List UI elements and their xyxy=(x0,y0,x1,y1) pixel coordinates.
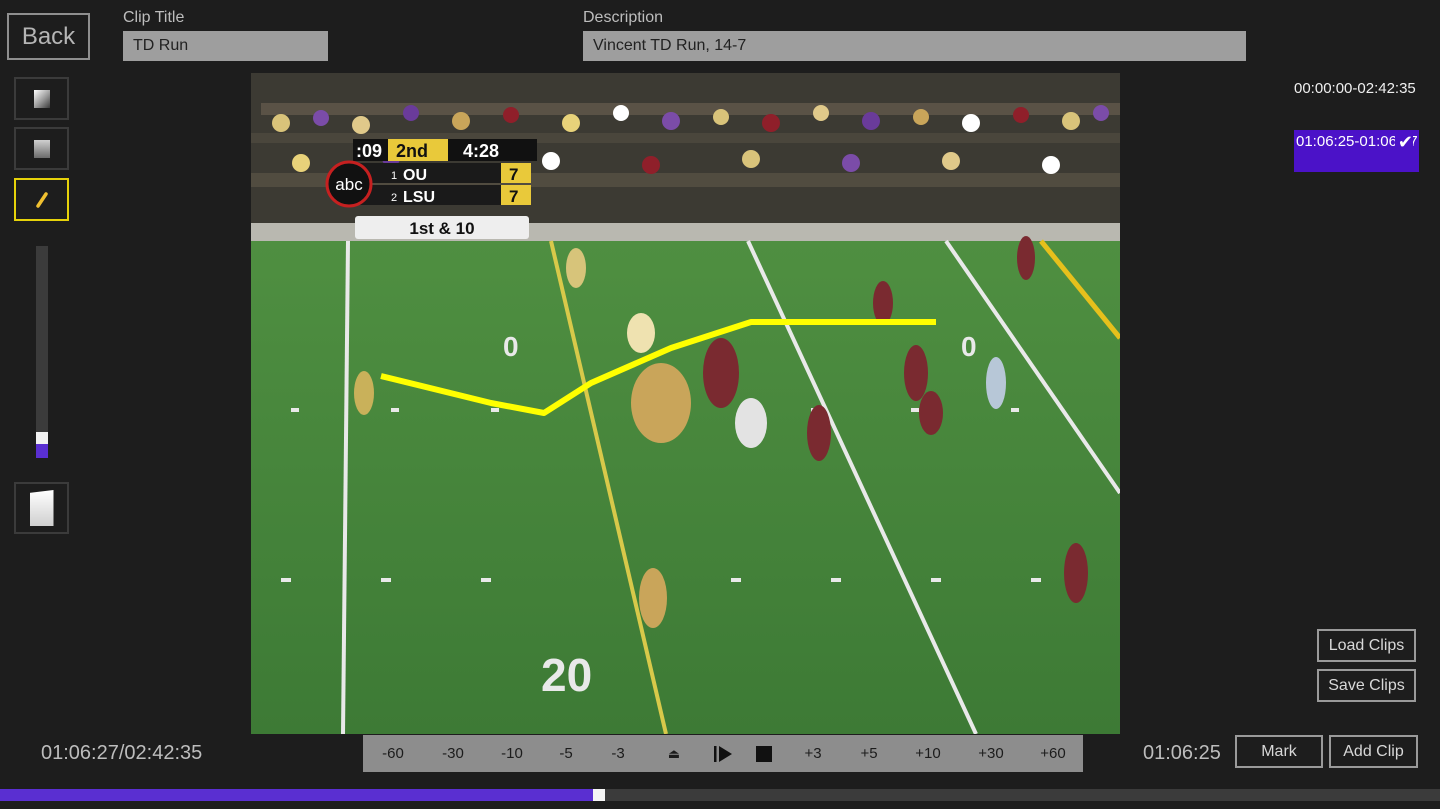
fill-tool-button[interactable] xyxy=(14,127,69,170)
back-60-button[interactable]: -60 xyxy=(363,735,423,772)
slider-track xyxy=(36,246,48,458)
team1-score: 7 xyxy=(509,165,518,184)
back-30-button[interactable]: -30 xyxy=(423,735,483,772)
back-3-button[interactable]: -3 xyxy=(591,735,645,772)
slider-fill xyxy=(36,444,48,458)
clip-list-item[interactable]: 01:06:25-01:06:27 ✔ xyxy=(1294,130,1419,172)
video-player[interactable]: 0 0 20 :09 2nd 4:28 1 OU 7 2 LSU 7 abc 1… xyxy=(251,73,1120,734)
progress-thumb[interactable] xyxy=(593,789,606,801)
play-pause-icon xyxy=(714,745,732,762)
field xyxy=(251,241,1120,734)
clip-title-label: Clip Title xyxy=(123,9,185,26)
eject-icon: ⏏ xyxy=(667,745,681,761)
clear-drawing-button[interactable] xyxy=(14,482,69,534)
forward-30-button[interactable]: +30 xyxy=(959,735,1023,772)
gradient-square-icon xyxy=(33,89,50,108)
load-clips-button[interactable]: Load Clips xyxy=(1317,629,1416,662)
playback-progress-bar[interactable] xyxy=(0,789,1440,801)
video-frame: 0 0 20 :09 2nd 4:28 1 OU 7 2 LSU 7 abc 1… xyxy=(251,73,1120,734)
scoreboard-graphic: :09 2nd 4:28 1 OU 7 2 LSU 7 abc 1st & 10 xyxy=(325,139,537,239)
slider-thumb[interactable] xyxy=(36,432,48,444)
progress-fill xyxy=(0,789,594,801)
forward-10-button[interactable]: +10 xyxy=(897,735,959,772)
team2-rank: 2 xyxy=(391,192,397,204)
team1-name: OU xyxy=(403,167,427,184)
save-clips-button[interactable]: Save Clips xyxy=(1317,669,1416,702)
scoreboard-quarter: 2nd xyxy=(396,141,428,161)
square-icon xyxy=(33,139,50,158)
yard-number: 0 xyxy=(503,331,519,362)
description-input[interactable] xyxy=(583,31,1246,61)
yard-number: 0 xyxy=(961,331,977,362)
play-pause-button[interactable] xyxy=(703,735,743,772)
add-clip-button[interactable]: Add Clip xyxy=(1329,735,1418,768)
yard-number: 20 xyxy=(541,649,592,701)
forward-60-button[interactable]: +60 xyxy=(1023,735,1083,772)
transport-controls: -60 -30 -10 -5 -3 ⏏ +3 +5 +10 +30 +60 xyxy=(363,735,1083,772)
team1-rank: 1 xyxy=(391,170,397,182)
scoreboard-clock-prefix: :09 xyxy=(356,141,382,161)
team2-score: 7 xyxy=(509,187,518,206)
mark-button[interactable]: Mark xyxy=(1235,735,1323,768)
gradient-tool-button[interactable] xyxy=(14,77,69,120)
team2-name: LSU xyxy=(403,189,435,206)
scoreboard-game-clock: 4:28 xyxy=(463,141,499,161)
stop-icon xyxy=(756,745,772,762)
marked-time-readout: 01:06:25 xyxy=(1143,742,1221,764)
network-logo: abc xyxy=(335,175,363,194)
stop-button[interactable] xyxy=(743,735,785,772)
current-time-readout: 01:06:27/02:42:35 xyxy=(41,742,203,764)
clips-range-label: 00:00:00-02:42:35 xyxy=(1294,80,1416,97)
pencil-tool-button[interactable] xyxy=(14,178,69,221)
blank-page-icon xyxy=(29,490,54,526)
check-icon: ✔ xyxy=(1394,132,1413,153)
down-and-distance: 1st & 10 xyxy=(409,219,474,238)
back-button[interactable]: Back xyxy=(7,13,90,60)
forward-5-button[interactable]: +5 xyxy=(841,735,897,772)
eject-button[interactable]: ⏏ xyxy=(645,735,703,772)
clip-title-input[interactable] xyxy=(123,31,328,61)
pencil-icon xyxy=(35,191,48,208)
back-10-button[interactable]: -10 xyxy=(483,735,541,772)
brush-size-slider[interactable] xyxy=(36,246,48,458)
back-5-button[interactable]: -5 xyxy=(541,735,591,772)
description-label: Description xyxy=(583,9,664,26)
forward-3-button[interactable]: +3 xyxy=(785,735,841,772)
